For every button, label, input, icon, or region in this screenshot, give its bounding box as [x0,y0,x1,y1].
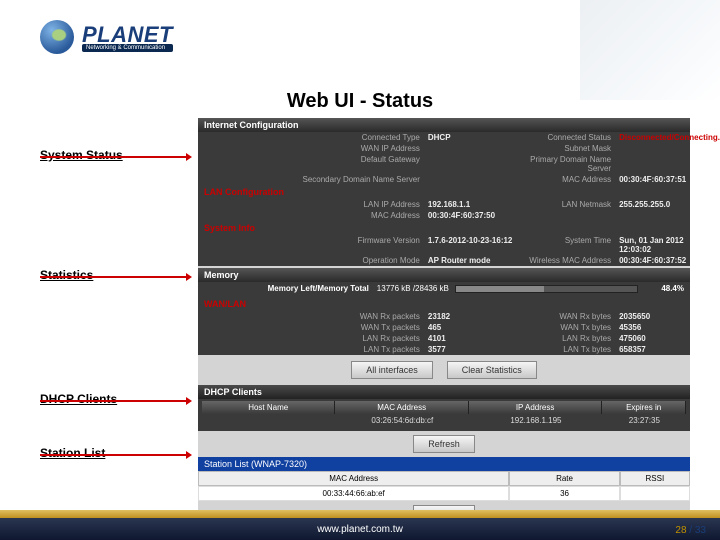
section-header: Internet Configuration [198,118,690,132]
label-dhcp-clients: DHCP Clients [40,392,117,406]
table-row: 00:33:44:66:ab:ef 36 [198,486,690,501]
globe-icon [40,20,74,54]
table-row: 03:26:54:6d:db:cf 192.168.1.195 23:27:35 [202,414,686,427]
internet-config-section: Internet Configuration Connected TypeDHC… [198,118,690,266]
label-system-status: System Status [40,148,123,162]
brand-logo: PLANET Networking & Communication [40,20,173,54]
refresh-button[interactable]: Refresh [413,435,475,453]
page-number: 28 / 33 [675,525,706,536]
brand-tagline: Networking & Communication [82,44,173,52]
footer-bar: www.planet.com.tw [0,518,720,540]
table-header: Host Name MAC Address IP Address Expires… [202,401,686,414]
table-header: MAC Address Rate RSSI [198,471,690,486]
footer-accent [0,510,720,518]
arrow-icon [40,400,190,402]
status-panel: Internet Configuration Connected TypeDHC… [198,118,690,527]
section-header: Station List (WNAP-7320) [198,457,690,471]
dhcp-clients-section: DHCP Clients Host Name MAC Address IP Ad… [198,385,690,431]
memory-bar [455,285,638,293]
label-statistics: Statistics [40,268,93,282]
memory-value: 13776 kB /28436 kB [377,284,449,293]
clear-statistics-button[interactable]: Clear Statistics [447,361,537,379]
section-header: System Info [198,221,690,235]
memory-section: Memory Memory Left/Memory Total 13776 kB… [198,268,690,355]
section-header: WAN/LAN [198,297,690,311]
memory-label: Memory Left/Memory Total [204,284,377,293]
arrow-icon [40,276,190,278]
arrow-icon [40,454,190,456]
label-station-list: Station List [40,446,105,460]
footer-url: www.planet.com.tw [317,524,403,535]
section-header: LAN Configuration [198,185,690,199]
section-header: DHCP Clients [198,385,690,399]
memory-percent: 48.4% [644,284,684,293]
arrow-icon [40,156,190,158]
all-interfaces-button[interactable]: All interfaces [351,361,433,379]
page-title: Web UI - Status [0,90,720,113]
section-header: Memory [198,268,690,282]
